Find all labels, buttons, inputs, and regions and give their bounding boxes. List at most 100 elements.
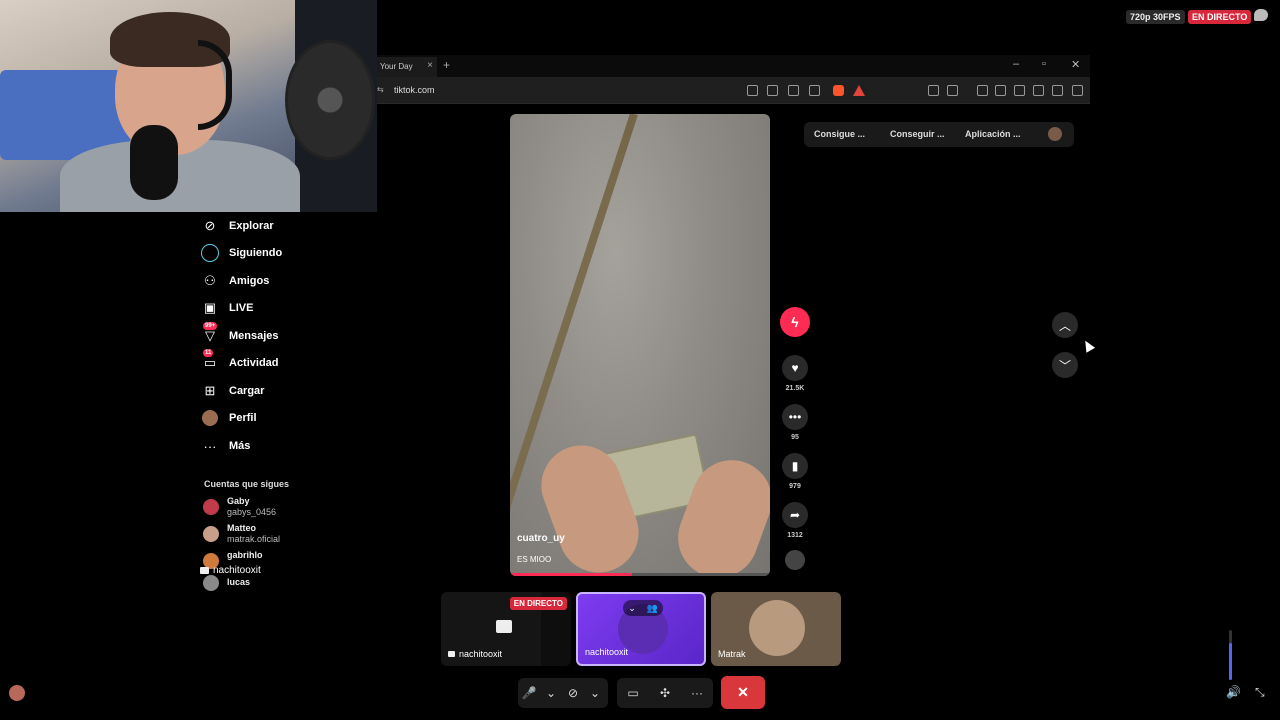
- participant-tile[interactable]: Matrak: [711, 592, 841, 666]
- following-account[interactable]: Matteo matrak.oficial: [203, 523, 280, 545]
- tiktok-top-actions: Consigue ... Conseguir ... Aplicación ..…: [804, 122, 1074, 147]
- bookmark-icon[interactable]: ▮: [782, 453, 808, 479]
- chevron-down-icon[interactable]: ⌄: [628, 603, 636, 614]
- screen-share-icon: [200, 567, 209, 574]
- comment-icon[interactable]: •••: [782, 404, 808, 430]
- sidebar-item-live[interactable]: ▣ LIVE: [200, 297, 254, 319]
- fullscreen-exit-icon[interactable]: ⤡: [1255, 685, 1265, 700]
- account-avatar: [203, 575, 219, 591]
- friends-icon: ⚇: [204, 273, 216, 288]
- vpn-icon[interactable]: [1052, 85, 1063, 96]
- comment-action[interactable]: ••• 95: [782, 404, 808, 441]
- close-window-button[interactable]: ✕: [1071, 58, 1080, 71]
- sidebar-item-label: Más: [229, 440, 251, 452]
- activities-icon[interactable]: ✣: [654, 686, 676, 700]
- tile-controls[interactable]: ⌄ 👥: [623, 600, 663, 616]
- sidebar-item-cargar[interactable]: ⊞ Cargar: [200, 380, 265, 402]
- sidebar-item-label: Perfil: [229, 412, 257, 424]
- tile-name-text: Matrak: [718, 649, 746, 659]
- camera-options-chevron-icon[interactable]: ⌄: [584, 686, 606, 700]
- sidebar-item-siguiendo[interactable]: Siguiendo: [200, 242, 282, 264]
- stream-quality-badge: 720p 30FPS: [1126, 10, 1185, 24]
- music-disc-icon[interactable]: [785, 550, 805, 570]
- page-action-icon[interactable]: [747, 85, 758, 96]
- sidebar-item-mensajes[interactable]: ▽ 99+ Mensajes: [200, 322, 279, 347]
- share-action[interactable]: ➦ 1312: [782, 502, 808, 539]
- address-bar[interactable]: ⇆ tiktok.com: [377, 77, 1090, 104]
- brave-rewards-icon[interactable]: [853, 85, 865, 96]
- music-disc[interactable]: [782, 550, 808, 570]
- more-options-icon[interactable]: ···: [686, 686, 708, 700]
- messages-icon: ▽ 99+: [203, 322, 218, 343]
- sidebar-icon[interactable]: [995, 85, 1006, 96]
- sidebar-item-mas[interactable]: ··· Más: [200, 435, 251, 457]
- save-action[interactable]: ▮ 979: [782, 453, 808, 490]
- extensions-icon[interactable]: [928, 85, 939, 96]
- webcam-feed: [0, 0, 377, 212]
- sidebar-item-amigos[interactable]: ⚇ Amigos: [200, 270, 269, 292]
- new-tab-button[interactable]: +: [443, 58, 450, 72]
- next-video-button[interactable]: ﹀: [1052, 352, 1078, 378]
- minimize-button[interactable]: –: [1013, 58, 1019, 70]
- tab-close-icon[interactable]: ×: [427, 60, 433, 71]
- microphone-icon[interactable]: 🎤: [518, 686, 540, 700]
- disconnect-button[interactable]: ✕: [721, 676, 765, 709]
- following-account[interactable]: lucas: [203, 575, 250, 591]
- more-icon: ···: [203, 438, 217, 454]
- sidebar-item-perfil[interactable]: Perfil: [200, 407, 257, 429]
- previous-video-button[interactable]: ︿: [1052, 312, 1078, 338]
- tile-name-text: nachitooxit: [459, 649, 503, 659]
- activity-icon: ▭ 11: [203, 349, 217, 370]
- following-header: Cuentas que sigues: [204, 479, 290, 489]
- camera-off-icon[interactable]: ⊘: [562, 686, 584, 700]
- url-text[interactable]: tiktok.com: [394, 85, 435, 95]
- sidebar-item-explorar[interactable]: ⊘ Explorar: [200, 215, 274, 237]
- screen-share-button-icon[interactable]: ▭: [622, 686, 644, 700]
- participant-tile-active[interactable]: ⌄ 👥 nachitooxit: [576, 592, 706, 666]
- people-icon[interactable]: 👥: [646, 603, 657, 614]
- user-avatar[interactable]: [1048, 127, 1062, 141]
- microphone: [130, 125, 178, 200]
- leo-icon[interactable]: [1033, 85, 1044, 96]
- activity-badge: 11: [203, 349, 214, 357]
- volume-slider[interactable]: [1229, 630, 1232, 680]
- video-caption: ES MIOO: [517, 555, 552, 564]
- video-progress-bar[interactable]: [510, 573, 770, 576]
- chat-bubble-icon[interactable]: [1254, 9, 1268, 21]
- browser-tab[interactable]: Your Day ×: [377, 57, 437, 77]
- live-tv-icon: ▣: [203, 300, 217, 315]
- like-action[interactable]: ♥ 21.5K: [782, 355, 808, 392]
- self-avatar[interactable]: [9, 685, 25, 701]
- tab-search-icon[interactable]: [947, 85, 958, 96]
- music-icon[interactable]: [977, 85, 988, 96]
- share-icon[interactable]: [809, 85, 820, 96]
- tile-name-text: nachitooxit: [585, 647, 629, 657]
- share-arrow-icon[interactable]: ➦: [782, 502, 808, 528]
- video-player[interactable]: cuatro_uy ES MIOO: [510, 114, 770, 576]
- site-info-icon[interactable]: ⇆: [377, 85, 385, 95]
- brave-shields-icon[interactable]: [833, 85, 844, 96]
- maximize-button[interactable]: ▫: [1042, 58, 1046, 70]
- translate-icon[interactable]: [788, 85, 799, 96]
- get-app-button[interactable]: Conseguir ...: [890, 129, 945, 139]
- account-handle: matrak.oficial: [227, 534, 281, 544]
- app-download-button[interactable]: Aplicación ...: [965, 129, 1021, 139]
- menu-icon[interactable]: [1072, 85, 1083, 96]
- video-progress-fill: [510, 573, 633, 576]
- tile-name: Matrak: [718, 649, 746, 659]
- screenshot-icon[interactable]: [767, 85, 778, 96]
- participant-tile[interactable]: EN DIRECTO nachitooxit: [441, 592, 571, 666]
- creator-live-button[interactable]: ϟ: [780, 307, 810, 337]
- heart-icon[interactable]: ♥: [782, 355, 808, 381]
- sidebar-item-actividad[interactable]: ▭ 11 Actividad: [200, 349, 279, 374]
- get-coins-button[interactable]: Consigue ...: [814, 129, 865, 139]
- following-icon: [200, 243, 220, 263]
- screen-share-name: nachitooxit: [213, 565, 261, 576]
- volume-icon[interactable]: 🔊: [1226, 685, 1241, 699]
- sidebar-item-label: Actividad: [229, 357, 279, 369]
- wallet-icon[interactable]: [1014, 85, 1025, 96]
- sidebar-item-label: Siguiendo: [229, 247, 283, 259]
- video-author[interactable]: cuatro_uy: [517, 533, 565, 544]
- following-account[interactable]: Gaby gabys_0456: [203, 496, 276, 518]
- mic-options-chevron-icon[interactable]: ⌄: [540, 686, 562, 700]
